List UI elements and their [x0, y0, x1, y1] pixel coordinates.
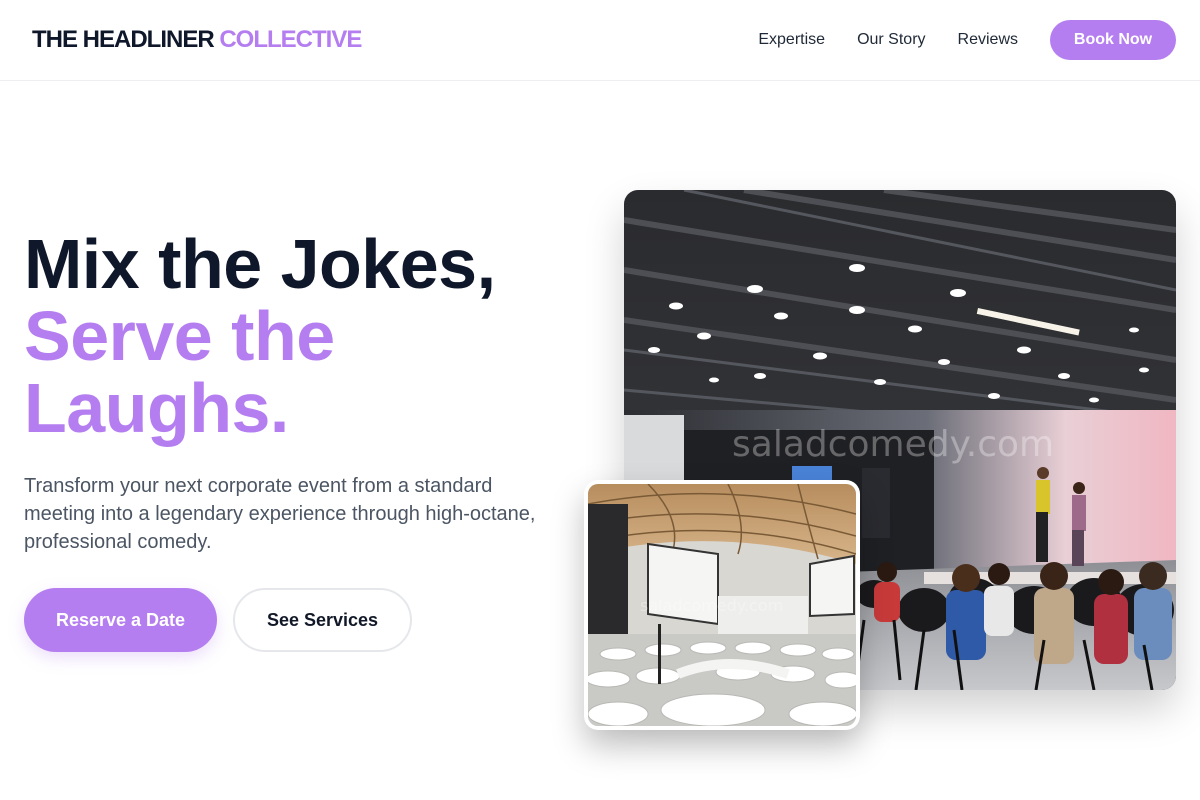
nav-links: Expertise Our Story Reviews Book Now: [758, 20, 1176, 60]
brand-name-accent: COLLECTIVE: [219, 26, 362, 53]
headline-line-2: Serve the: [24, 297, 335, 375]
headline-line-3: Laughs.: [24, 369, 289, 447]
see-services-button[interactable]: See Services: [233, 588, 412, 652]
book-now-button[interactable]: Book Now: [1050, 20, 1176, 60]
brand-name-primary: THE HEADLINER: [32, 26, 215, 53]
venue-hall-illustration: [588, 484, 856, 726]
reserve-date-button[interactable]: Reserve a Date: [24, 588, 217, 652]
hero-subtitle: Transform your next corporate event from…: [24, 475, 536, 553]
hero-copy: Mix the Jokes, Serve the Laughs. Transfo…: [24, 228, 564, 652]
top-navbar: THE HEADLINER COLLECTIVE Expertise Our S…: [0, 0, 1200, 81]
hero-headline: Mix the Jokes, Serve the Laughs.: [24, 228, 564, 444]
nav-link-our-story[interactable]: Our Story: [857, 31, 925, 49]
hero-cta-group: Reserve a Date See Services: [24, 588, 564, 652]
nav-link-reviews[interactable]: Reviews: [958, 31, 1018, 49]
nav-link-expertise[interactable]: Expertise: [758, 31, 825, 49]
brand-logo[interactable]: THE HEADLINER COLLECTIVE: [32, 26, 362, 54]
headline-line-1: Mix the Jokes,: [24, 225, 496, 303]
venue-hall-photo: saladcomedy.com: [584, 480, 860, 730]
